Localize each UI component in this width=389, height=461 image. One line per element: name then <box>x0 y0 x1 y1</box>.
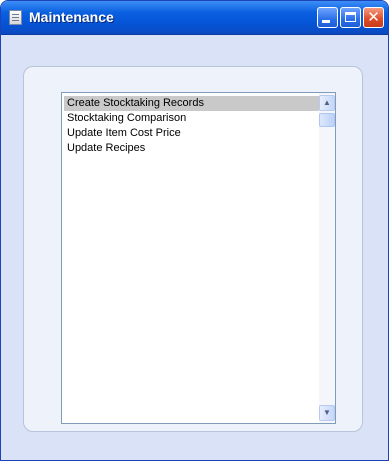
maintenance-list[interactable]: Create Stocktaking Records Stocktaking C… <box>61 92 336 424</box>
vertical-scrollbar[interactable]: ▲ ▼ <box>319 93 335 423</box>
scroll-up-button[interactable]: ▲ <box>319 95 335 111</box>
minimize-button[interactable] <box>317 7 338 28</box>
minimize-icon <box>322 20 330 23</box>
list-item[interactable]: Update Recipes <box>64 141 320 156</box>
maximize-button[interactable] <box>340 7 361 28</box>
window-title: Maintenance <box>29 9 114 25</box>
chevron-down-icon: ▼ <box>323 408 331 417</box>
title-bar[interactable]: Maintenance ✕ <box>1 1 388 35</box>
maintenance-window: Maintenance ✕ Create Stocktaking Records… <box>0 0 389 461</box>
list-item[interactable]: Stocktaking Comparison <box>64 111 320 126</box>
document-icon <box>9 10 22 25</box>
maximize-icon <box>345 12 356 22</box>
list-item[interactable]: Create Stocktaking Records <box>64 96 320 111</box>
scroll-thumb[interactable] <box>319 113 335 127</box>
chevron-up-icon: ▲ <box>323 98 331 107</box>
close-icon: ✕ <box>367 9 380 26</box>
list-item[interactable]: Update Item Cost Price <box>64 126 320 141</box>
scroll-down-button[interactable]: ▼ <box>319 405 335 421</box>
close-button[interactable]: ✕ <box>363 7 384 28</box>
list-items: Create Stocktaking Records Stocktaking C… <box>64 96 320 156</box>
